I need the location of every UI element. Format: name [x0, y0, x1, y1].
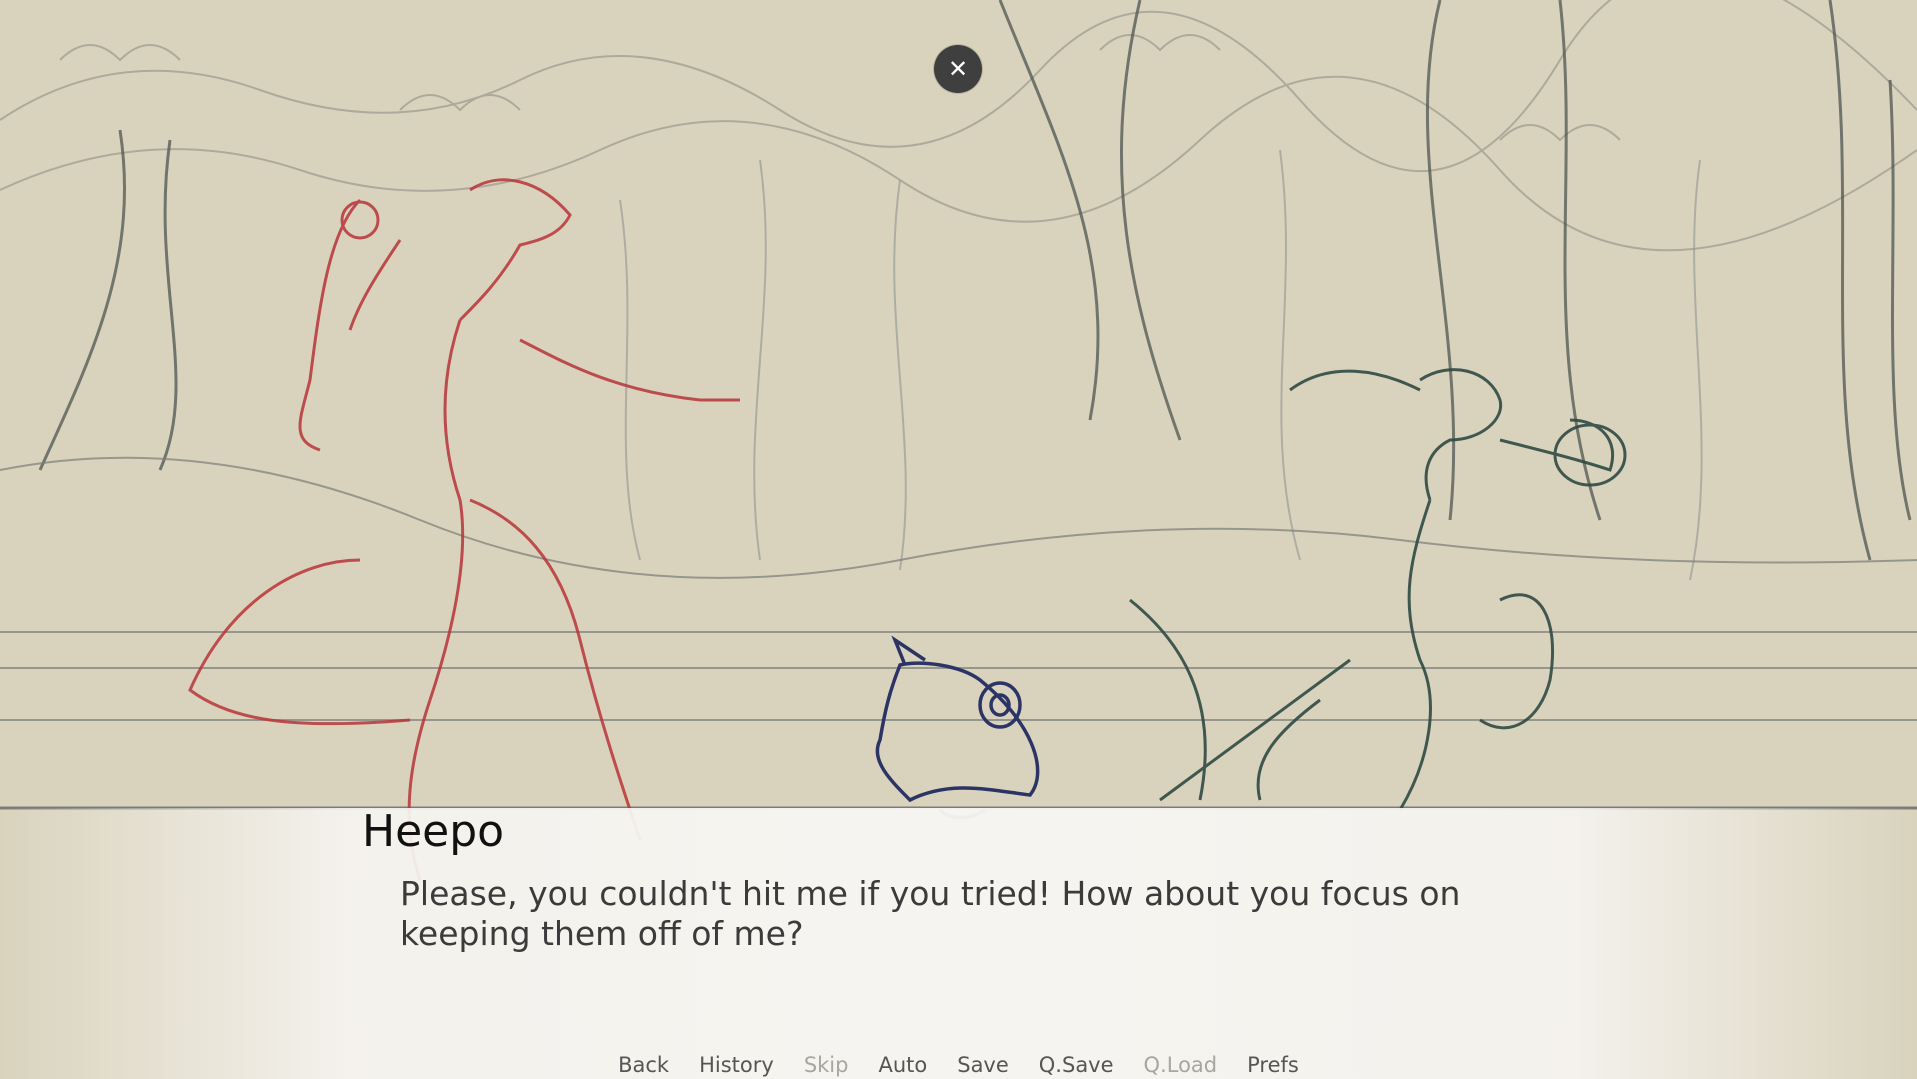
dialogue-text: Please, you couldn't hit me if you tried…	[400, 874, 1461, 953]
back-button[interactable]: Back	[603, 1052, 684, 1079]
quick-menu: Back History Skip Auto Save Q.Save Q.Loa…	[0, 1052, 1917, 1079]
speaker-name: Heepo	[362, 806, 505, 857]
quick-load-button[interactable]: Q.Load	[1129, 1052, 1233, 1079]
close-icon: ✕	[947, 55, 969, 83]
game-screen[interactable]: ✕ Heepo Please, you couldn't hit me if y…	[0, 0, 1917, 1079]
save-button[interactable]: Save	[942, 1052, 1024, 1079]
preferences-button[interactable]: Prefs	[1232, 1052, 1314, 1079]
auto-button[interactable]: Auto	[863, 1052, 942, 1079]
quick-save-button[interactable]: Q.Save	[1024, 1052, 1129, 1079]
history-button[interactable]: History	[684, 1052, 789, 1079]
skip-button[interactable]: Skip	[789, 1052, 864, 1079]
close-button[interactable]: ✕	[934, 45, 982, 93]
